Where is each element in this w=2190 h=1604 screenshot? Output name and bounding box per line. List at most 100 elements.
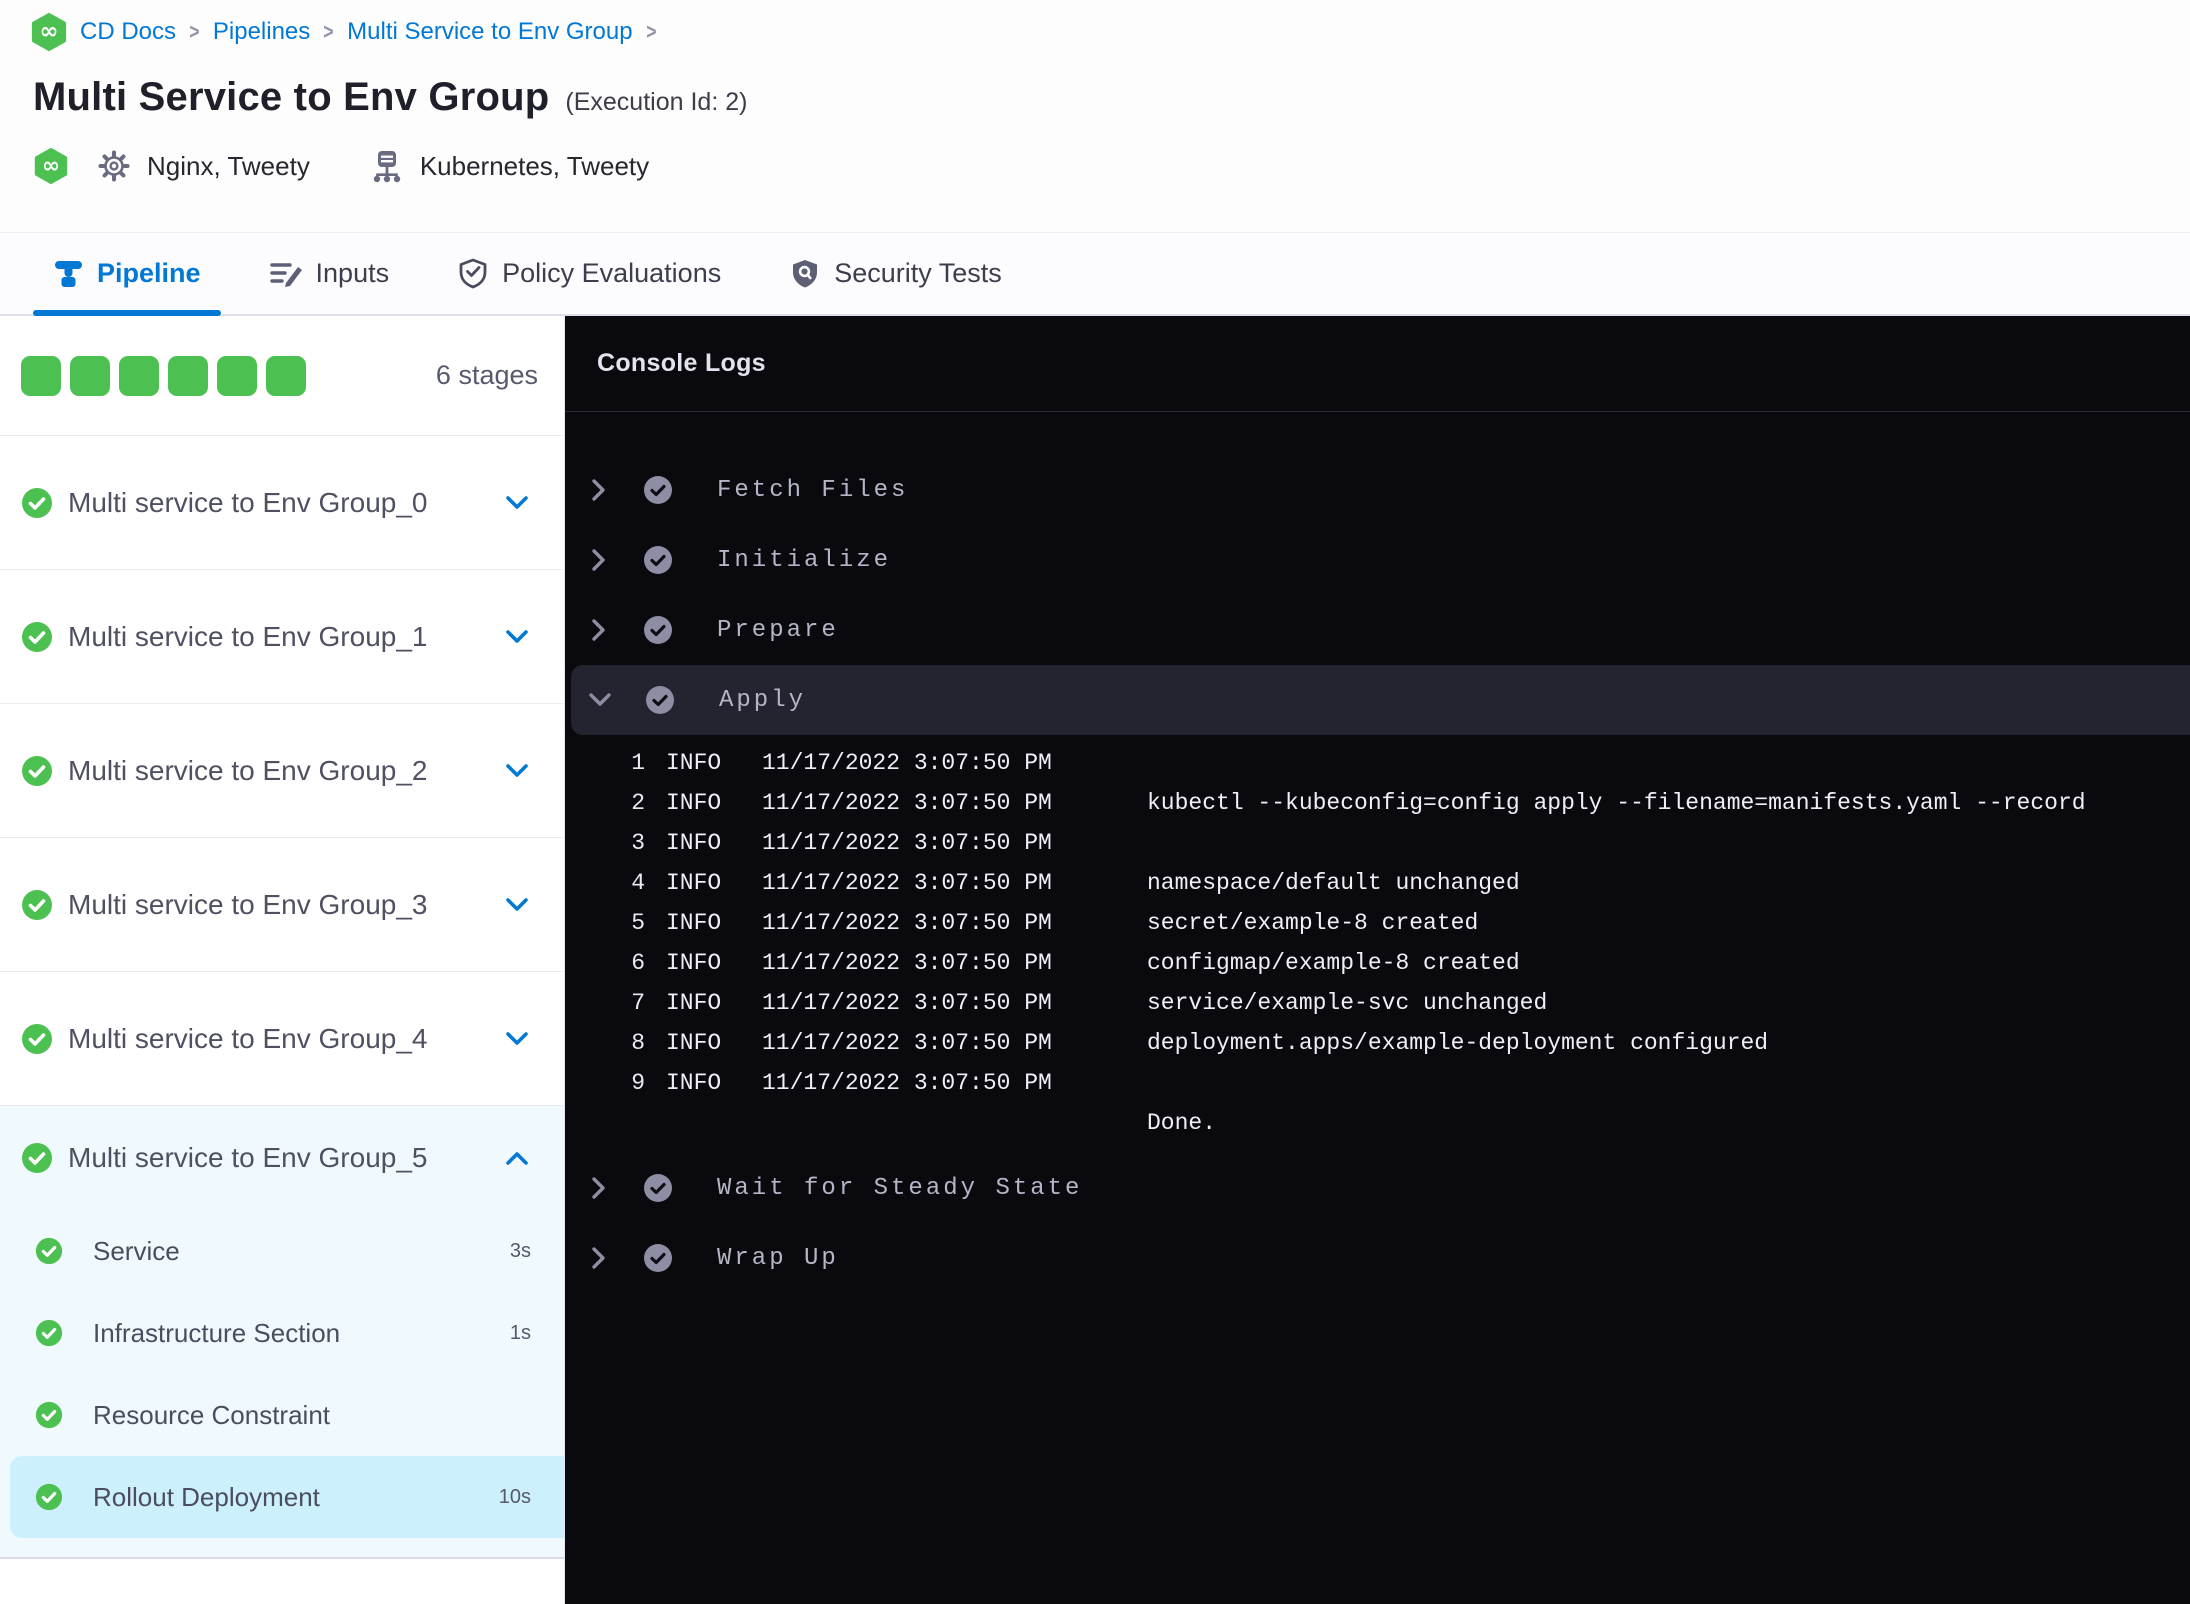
breadcrumb-separator-icon: > [189,19,200,44]
stage-count-label: 6 stages [435,360,538,390]
log-line: 2 INFO 11/17/2022 3:07:50 PM kubectl --kube… [631,790,2086,816]
page-title: Multi Service to Env Group [33,75,550,119]
chevron-right-icon[interactable] [587,1175,611,1201]
console-body: Fetch Files Initialize Prepare Apply 1 IN… [565,412,2190,1293]
chevron-down-icon[interactable] [506,629,528,644]
log-section-prepare[interactable]: Prepare [565,595,2190,665]
stage-progress-square[interactable] [266,355,306,396]
chevron-down-icon[interactable] [506,495,528,510]
success-check-icon [643,615,673,645]
stage-row[interactable]: Multi service to Env Group_1 [0,570,564,704]
success-check-icon [35,1319,63,1347]
log-section-wrap-up[interactable]: Wrap Up [565,1223,2190,1293]
breadcrumb-link-cd-docs[interactable]: CD Docs [80,18,176,46]
log-line: 6 INFO 11/17/2022 3:07:50 PM configmap/exam… [631,950,1520,976]
success-check-icon [643,475,673,505]
success-check-icon [643,545,673,575]
success-check-icon [643,1173,673,1203]
breadcrumb-separator-icon: > [645,19,657,44]
expanded-stage-card: Multi service to Env Group_5 Service 3s … [0,1106,564,1559]
stage-row[interactable]: Multi service to Env Group_0 [0,436,564,570]
step-row-infrastructure[interactable]: Infrastructure Section 1s [0,1292,564,1374]
pipeline-execution-page: CD Docs > Pipelines > Multi Service to E… [0,0,2190,1604]
step-row-service[interactable]: Service 3s [0,1210,564,1292]
chevron-down-icon[interactable] [506,763,528,778]
console-title: Console Logs [597,349,766,377]
step-duration: 3s [509,1239,531,1262]
chevron-right-icon[interactable] [587,1245,611,1271]
log-section-wait-for-steady-state[interactable]: Wait for Steady State [565,1153,2190,1223]
step-duration: 10s [498,1485,531,1508]
cd-module-icon [31,13,67,51]
chevron-down-icon[interactable] [506,1031,528,1046]
stage-progress-square[interactable] [119,355,159,396]
success-check-icon [21,754,53,787]
log-line: 3 INFO 11/17/2022 3:07:50 PM [631,830,1052,856]
page-header: CD Docs > Pipelines > Multi Service to E… [0,0,2190,232]
chevron-down-icon[interactable] [506,897,528,912]
log-line: 8 INFO 11/17/2022 3:07:50 PM deployment.app… [631,1030,1769,1056]
chevron-up-icon[interactable] [506,1151,528,1166]
success-check-icon [35,1483,63,1511]
breadcrumb-link-pipeline-name[interactable]: Multi Service to Env Group [347,18,632,46]
success-check-icon [21,1142,53,1174]
chevron-right-icon[interactable] [587,617,611,643]
step-duration: 1s [509,1321,531,1344]
success-check-icon [21,1022,53,1055]
inputs-icon [269,262,303,289]
chevron-down-icon[interactable] [587,687,613,713]
success-check-icon [21,486,53,519]
log-line-done: Done. [1147,1110,1217,1136]
environments-label: Kubernetes, Tweety [419,150,650,181]
log-section-apply[interactable]: Apply [571,665,2190,735]
stage-progress-square[interactable] [21,355,61,396]
services-environments-row: Nginx, Tweety Kubernetes, Tweety [33,148,649,184]
log-line: 7 INFO 11/17/2022 3:07:50 PM service/exampl… [631,990,1548,1016]
tab-pipeline[interactable]: Pipeline [33,233,221,316]
chevron-right-icon[interactable] [587,477,611,503]
step-row-resource-constraint[interactable]: Resource Constraint [0,1374,564,1456]
tab-inputs[interactable]: Inputs [249,233,410,314]
stage-row-expanded[interactable]: Multi service to Env Group_5 [0,1106,564,1210]
stage-row[interactable]: Multi service to Env Group_4 [0,972,564,1106]
title-row: Multi Service to Env Group (Execution Id… [33,75,747,120]
execution-tabbar: Pipeline Inputs Policy Evaluations Secur… [0,232,2190,316]
policy-shield-check-icon [459,258,487,289]
log-section-fetch-files[interactable]: Fetch Files [565,455,2190,525]
security-shield-icon [791,258,819,289]
log-section-initialize[interactable]: Initialize [565,525,2190,595]
environments-icon [373,151,401,183]
services-label: Nginx, Tweety [147,150,310,181]
stage-progress-square[interactable] [217,355,257,396]
success-check-icon [21,888,53,921]
step-row-rollout-deployment[interactable]: Rollout Deployment 10s [10,1456,564,1538]
success-check-icon [645,685,675,715]
stages-panel: 6 stages Multi service to Env Group_0 Mu… [0,316,565,1604]
stage-progress-square[interactable] [70,355,110,396]
chevron-right-icon[interactable] [587,547,611,573]
console-logs-panel: Console Logs Fetch Files Initialize Prep… [565,316,2190,1604]
apply-log-lines: 1 INFO 11/17/2022 3:07:50 PM 2 INFO 11/17/20… [565,735,2190,1153]
console-header: Console Logs [565,316,2190,412]
breadcrumb-separator-icon: > [323,19,334,44]
breadcrumb-link-pipelines[interactable]: Pipelines [213,18,310,46]
pipeline-icon [55,260,82,287]
stage-row[interactable]: Multi service to Env Group_2 [0,704,564,838]
log-line: 4 INFO 11/17/2022 3:07:50 PM namespace/defa… [631,870,1520,896]
execution-id-label: (Execution Id: 2) [565,88,748,116]
breadcrumb: CD Docs > Pipelines > Multi Service to E… [30,13,657,51]
success-check-icon [643,1243,673,1273]
gear-icon [98,150,130,182]
success-check-icon [21,620,53,653]
success-check-icon [35,1237,63,1265]
log-line: 9 INFO 11/17/2022 3:07:50 PM [631,1070,1052,1096]
stage-progress-row: 6 stages [0,316,564,436]
tab-security-tests[interactable]: Security Tests [769,233,1022,314]
cd-module-icon [34,148,68,184]
success-check-icon [35,1401,63,1429]
stage-row[interactable]: Multi service to Env Group_3 [0,838,564,972]
stage-progress-squares[interactable] [21,355,306,396]
log-line: 5 INFO 11/17/2022 3:07:50 PM secret/example… [631,910,1479,936]
tab-policy-evaluations[interactable]: Policy Evaluations [437,233,741,314]
stage-progress-square[interactable] [168,355,208,396]
